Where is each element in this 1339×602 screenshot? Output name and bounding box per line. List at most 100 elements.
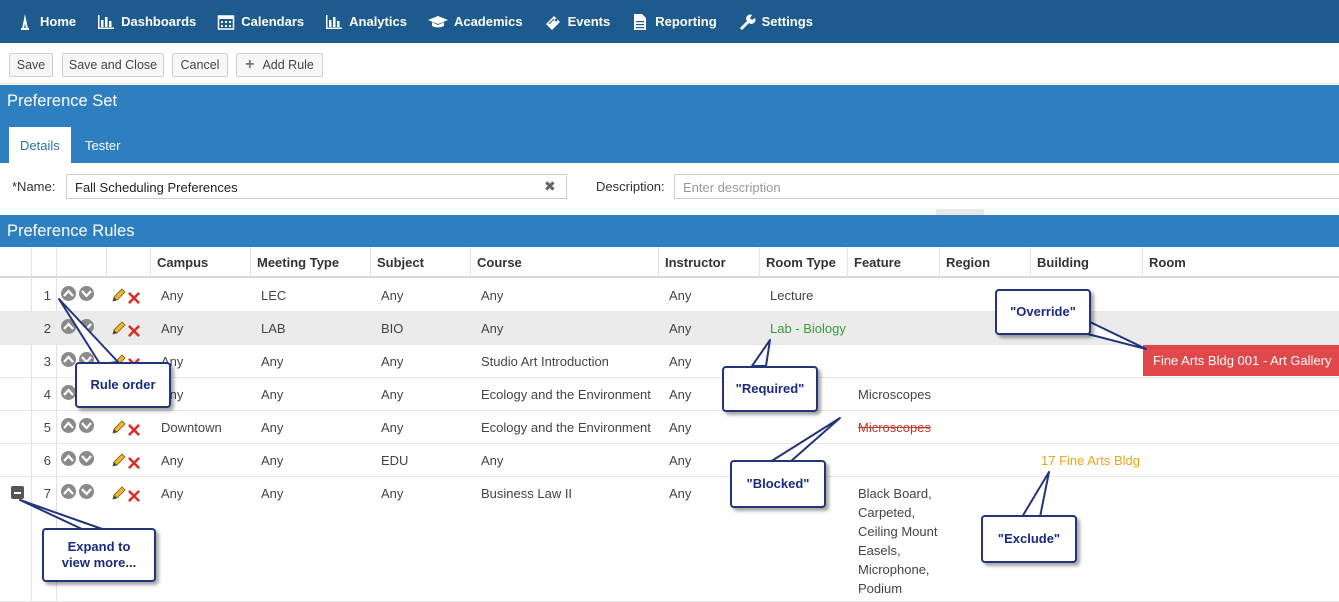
save-button[interactable]: Save — [9, 53, 53, 77]
edit-pencil-icon[interactable] — [111, 452, 127, 468]
delete-icon[interactable] — [127, 456, 143, 472]
move-up-icon[interactable] — [61, 418, 76, 433]
tab-tester[interactable]: Tester — [74, 127, 131, 163]
cell-instructor: Any — [669, 288, 692, 303]
cancel-button[interactable]: Cancel — [172, 53, 228, 77]
name-label: *Name: — [12, 179, 56, 194]
toolbar: Save Save and Close Cancel + Add Rule — [0, 48, 1339, 84]
move-down-icon[interactable] — [79, 484, 94, 499]
cell-meeting: Any — [261, 453, 284, 468]
column-room-type[interactable]: Room Type — [759, 247, 847, 278]
cell-subject: EDU — [381, 453, 409, 468]
nav-analytics-label: Analytics — [349, 14, 407, 29]
nav-dashboards-label: Dashboards — [121, 14, 197, 29]
edit-pencil-icon[interactable] — [111, 485, 127, 501]
table-row[interactable]: 6 Any Any EDU Any Any 17 Fine Arts Bldg — [0, 444, 1339, 477]
cell-subject: Any — [381, 354, 404, 369]
nav-reporting[interactable]: Reporting — [631, 13, 717, 30]
column-room[interactable]: Room — [1142, 247, 1339, 278]
cell-meeting: LEC — [261, 288, 287, 303]
cell-meeting: Any — [261, 387, 284, 402]
delete-icon[interactable] — [127, 291, 143, 307]
name-input[interactable]: Fall Scheduling Preferences — [66, 174, 567, 199]
table-row[interactable]: 7 Any Any Any Business Law II Any — [0, 477, 1339, 602]
move-controls — [61, 477, 97, 506]
move-down-icon[interactable] — [79, 451, 94, 466]
table-row[interactable]: 1 Any LEC Any Any Any Lecture — [0, 279, 1339, 312]
table-row[interactable]: 4 Any Any Any Ecology and the Environment Any… — [0, 378, 1339, 411]
delete-icon[interactable] — [127, 489, 143, 505]
table-row[interactable]: 2 Any LAB BIO Any Any Lab - Biology — [0, 312, 1339, 345]
nav-events[interactable]: Events — [544, 14, 610, 30]
feature-item: Ceiling Mount — [858, 524, 938, 539]
move-down-icon[interactable] — [79, 418, 94, 433]
move-up-icon[interactable] — [61, 319, 76, 334]
nav-analytics[interactable]: Analytics — [325, 14, 407, 30]
delete-icon[interactable] — [127, 324, 143, 340]
cell-room-type: Lecture — [770, 288, 814, 303]
move-up-icon[interactable] — [61, 352, 76, 367]
move-up-icon[interactable] — [61, 286, 76, 301]
description-input[interactable]: Enter description — [674, 174, 1339, 199]
edit-pencil-icon[interactable] — [111, 419, 127, 435]
exclude-callout: "Exclude" — [981, 515, 1077, 563]
add-rule-button[interactable]: + Add Rule — [236, 53, 323, 77]
nav-settings[interactable]: Settings — [738, 14, 813, 30]
edit-controls — [111, 477, 143, 508]
move-down-icon[interactable] — [79, 319, 94, 334]
edit-controls — [111, 312, 143, 343]
cell-feature: Microscopes — [858, 420, 931, 435]
nav-home[interactable]: Home — [16, 13, 76, 30]
feature-item: Easels, — [858, 543, 901, 558]
add-rule-label: Add Rule — [262, 58, 314, 72]
save-and-close-button[interactable]: Save and Close — [62, 53, 164, 77]
cell-instructor: Any — [669, 486, 692, 501]
cell-campus: Any — [161, 288, 184, 303]
table-row[interactable]: 3 Any Any Any Studio Art Introduction Any — [0, 345, 1339, 378]
move-up-icon[interactable] — [61, 451, 76, 466]
column-course[interactable]: Course — [470, 247, 658, 278]
rule-order-number: 5 — [43, 420, 51, 435]
bar-chart-icon — [325, 14, 343, 30]
tower-icon — [16, 13, 34, 30]
delete-icon[interactable] — [127, 423, 143, 439]
cell-feature: Microscopes — [858, 387, 931, 402]
cell-campus: Any — [161, 453, 184, 468]
tab-details[interactable]: Details — [9, 127, 71, 163]
move-column-header — [56, 247, 106, 278]
nav-academics[interactable]: Academics — [427, 14, 523, 30]
nav-calendars[interactable]: Calendars — [217, 14, 304, 30]
cell-course: Ecology and the Environment — [481, 420, 651, 435]
edit-pencil-icon[interactable] — [111, 287, 127, 303]
expand-row-button[interactable] — [11, 486, 24, 499]
top-navigation: Home Dashboards Calendars Analytics Acad… — [0, 0, 1339, 43]
column-instructor[interactable]: Instructor — [658, 247, 759, 278]
rule-order-number: 2 — [43, 321, 51, 336]
cell-instructor: Any — [669, 387, 692, 402]
edit-pencil-icon[interactable] — [111, 320, 127, 336]
edit-controls — [111, 444, 143, 475]
clear-icon[interactable]: ✖ — [544, 178, 556, 195]
cell-course: Any — [481, 288, 504, 303]
column-building[interactable]: Building — [1030, 247, 1142, 278]
cell-subject: Any — [381, 486, 404, 501]
column-meeting-type[interactable]: Meeting Type — [250, 247, 370, 278]
column-subject[interactable]: Subject — [370, 247, 470, 278]
nav-dashboards[interactable]: Dashboards — [97, 14, 196, 30]
table-row[interactable]: 5 Downtown Any Any Ecology and the Environme… — [0, 411, 1339, 444]
cell-campus: Any — [161, 486, 184, 501]
cell-instructor: Any — [669, 354, 692, 369]
nav-academics-label: Academics — [453, 14, 523, 29]
cell-instructor: Any — [669, 453, 692, 468]
nav-settings-label: Settings — [761, 14, 813, 29]
cell-campus: Any — [161, 321, 184, 336]
column-region[interactable]: Region — [939, 247, 1030, 278]
move-up-icon[interactable] — [61, 385, 76, 400]
column-feature[interactable]: Feature — [847, 247, 939, 278]
move-controls — [61, 312, 97, 341]
move-down-icon[interactable] — [79, 286, 94, 301]
expand-callout: Expand to view more... — [42, 528, 156, 582]
cell-instructor: Any — [669, 420, 692, 435]
move-up-icon[interactable] — [61, 484, 76, 499]
column-campus[interactable]: Campus — [150, 247, 250, 278]
